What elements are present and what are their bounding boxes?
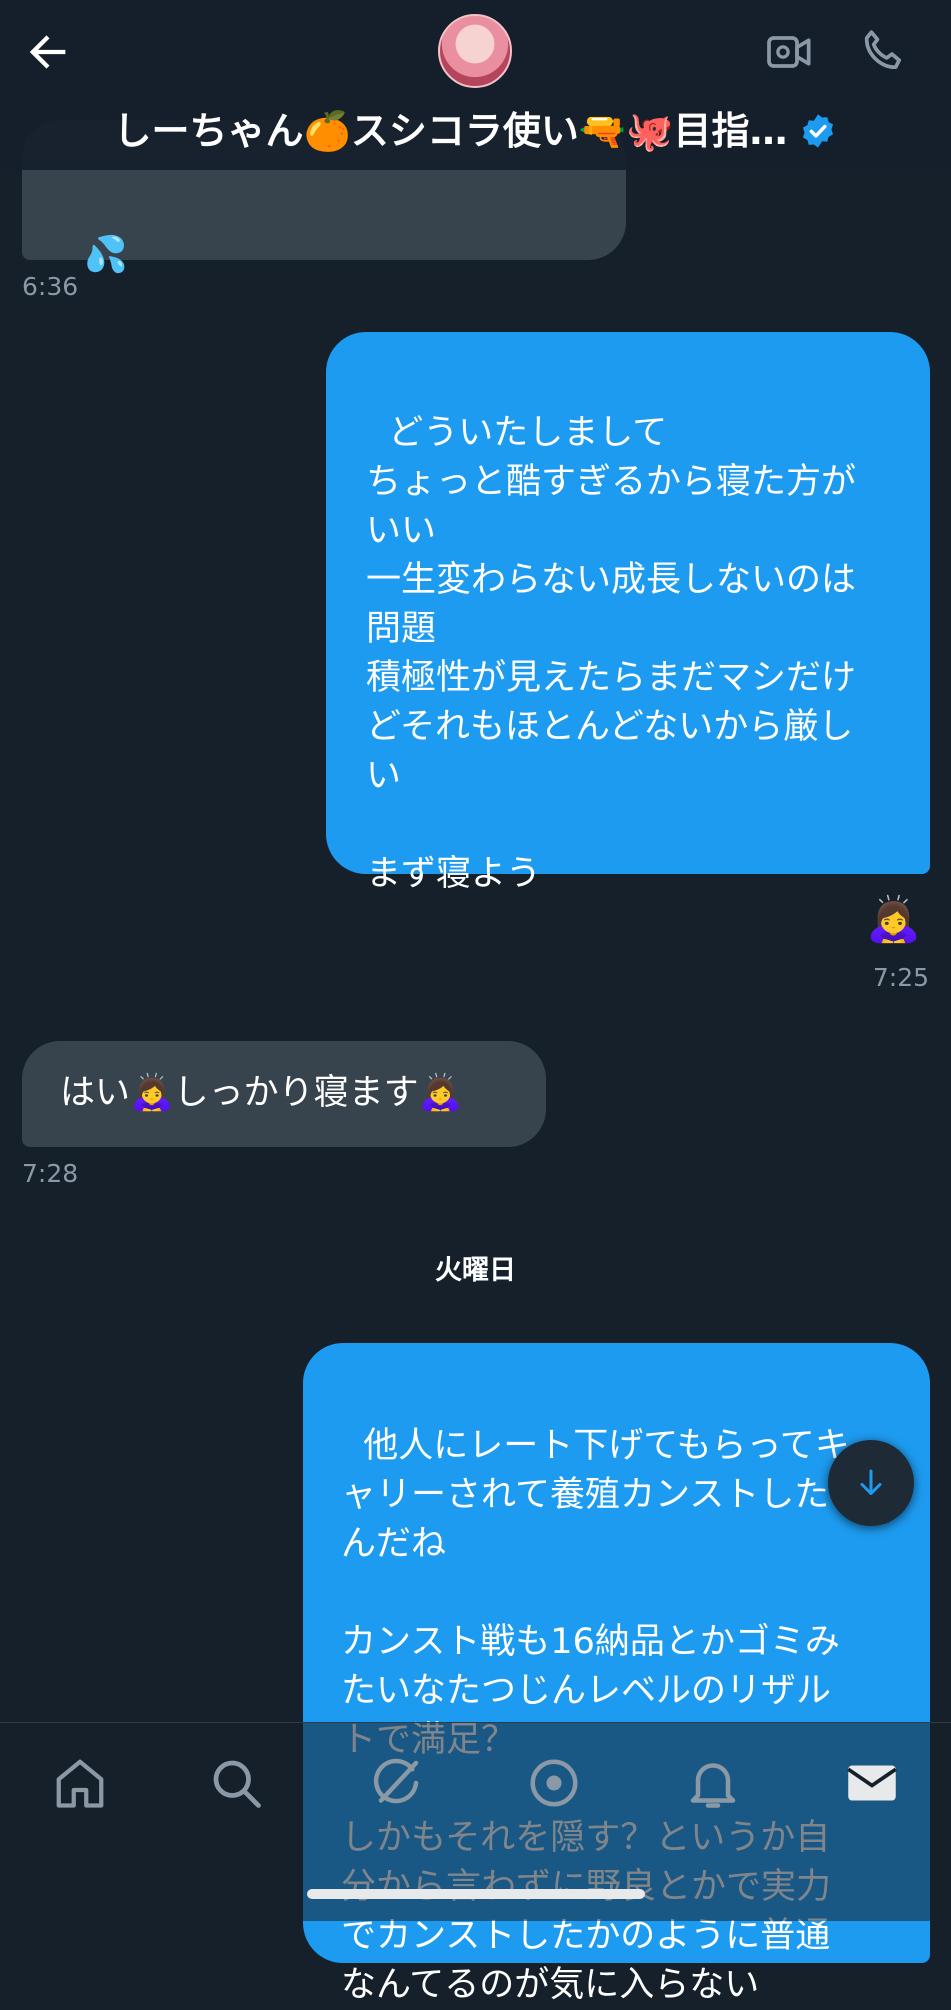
day-separator: 火曜日 bbox=[435, 1255, 516, 1286]
video-call-icon[interactable] bbox=[762, 24, 818, 80]
home-icon[interactable] bbox=[50, 1753, 110, 1813]
contact-name-text: しーちゃん🍊スシコラ使い🔫🐙目指… bbox=[113, 109, 788, 153]
back-arrow-icon[interactable] bbox=[22, 26, 74, 78]
message-timestamp: 6:36 bbox=[22, 272, 79, 301]
message-timestamp: 7:25 bbox=[872, 963, 929, 992]
message-text: 💦 bbox=[84, 235, 128, 275]
search-icon[interactable] bbox=[206, 1753, 266, 1813]
phone-call-icon[interactable] bbox=[856, 24, 912, 80]
message-bubble-incoming[interactable]: はい🙇‍♀️しっかり寝ます🙇‍♀️ bbox=[22, 1041, 546, 1147]
grok-icon[interactable] bbox=[366, 1753, 426, 1813]
verified-badge-icon bbox=[803, 114, 834, 148]
message-text: はい🙇‍♀️しっかり寝ます🙇‍♀️ bbox=[60, 1073, 463, 1113]
conversation-header: しーちゃん🍊スシコラ使い🔫🐙目指… bbox=[0, 0, 951, 170]
communities-icon[interactable] bbox=[524, 1753, 584, 1813]
message-text: どういたしまして ちょっと酷すぎるから寝た方が いい 一生変わらない成長しないの… bbox=[366, 413, 857, 894]
notifications-bell-icon[interactable] bbox=[683, 1753, 743, 1813]
contact-avatar[interactable] bbox=[438, 14, 512, 88]
message-timestamp: 7:28 bbox=[22, 1159, 79, 1188]
home-indicator bbox=[307, 1889, 645, 1899]
message-bubble-outgoing[interactable]: どういたしまして ちょっと酷すぎるから寝た方が いい 一生変わらない成長しないの… bbox=[326, 332, 930, 894]
message-reaction[interactable]: 🙇‍♀️ bbox=[866, 893, 921, 945]
scroll-to-bottom-button[interactable] bbox=[828, 1440, 914, 1526]
contact-name[interactable]: しーちゃん🍊スシコラ使い🔫🐙目指… bbox=[0, 100, 951, 155]
messages-envelope-icon[interactable] bbox=[842, 1753, 902, 1813]
arrow-down-icon bbox=[860, 1469, 882, 1495]
